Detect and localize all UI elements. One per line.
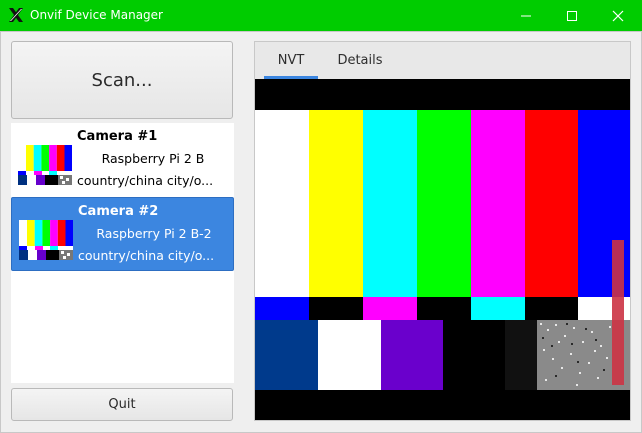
device-list-item-1[interactable]: Camera #1 Raspberry Pi 2 B country/china… [11, 123, 234, 197]
camera-thumbnail [19, 220, 73, 260]
device-list[interactable]: Camera #1 Raspberry Pi 2 B country/china… [11, 123, 234, 383]
tab-panel: NVT Details [254, 41, 631, 421]
camera-location: country/china city/o... [77, 173, 214, 188]
tab-details[interactable]: Details [328, 42, 392, 79]
camera-model: Raspberry Pi 2 B-2 [96, 226, 212, 241]
close-icon [612, 10, 624, 21]
tab-nvt[interactable]: NVT [264, 42, 318, 79]
close-button[interactable] [595, 0, 641, 31]
quit-button[interactable]: Quit [11, 388, 233, 421]
tab-bar: NVT Details [255, 42, 630, 79]
camera-location: country/china city/o... [78, 248, 215, 263]
tab-label: NVT [277, 53, 305, 68]
maximize-button[interactable] [549, 0, 595, 31]
tab-label: Details [337, 53, 383, 68]
camera-model: Raspberry Pi 2 B [101, 151, 205, 166]
device-list-item-2[interactable]: Camera #2 Raspberry Pi 2 B-2 country/chi… [11, 197, 234, 271]
camera-name: Camera #2 [78, 204, 159, 219]
scan-button[interactable]: Scan... [11, 41, 233, 119]
x-app-icon [9, 8, 23, 22]
minimize-icon [521, 15, 531, 16]
title-bar: Onvif Device Manager [0, 0, 642, 31]
video-preview [255, 79, 630, 420]
minimize-button[interactable] [503, 0, 549, 31]
camera-name: Camera #1 [77, 129, 158, 144]
maximize-icon [567, 10, 577, 21]
window-title: Onvif Device Manager [30, 8, 163, 22]
level-indicator [612, 240, 624, 385]
camera-thumbnail [18, 145, 72, 185]
